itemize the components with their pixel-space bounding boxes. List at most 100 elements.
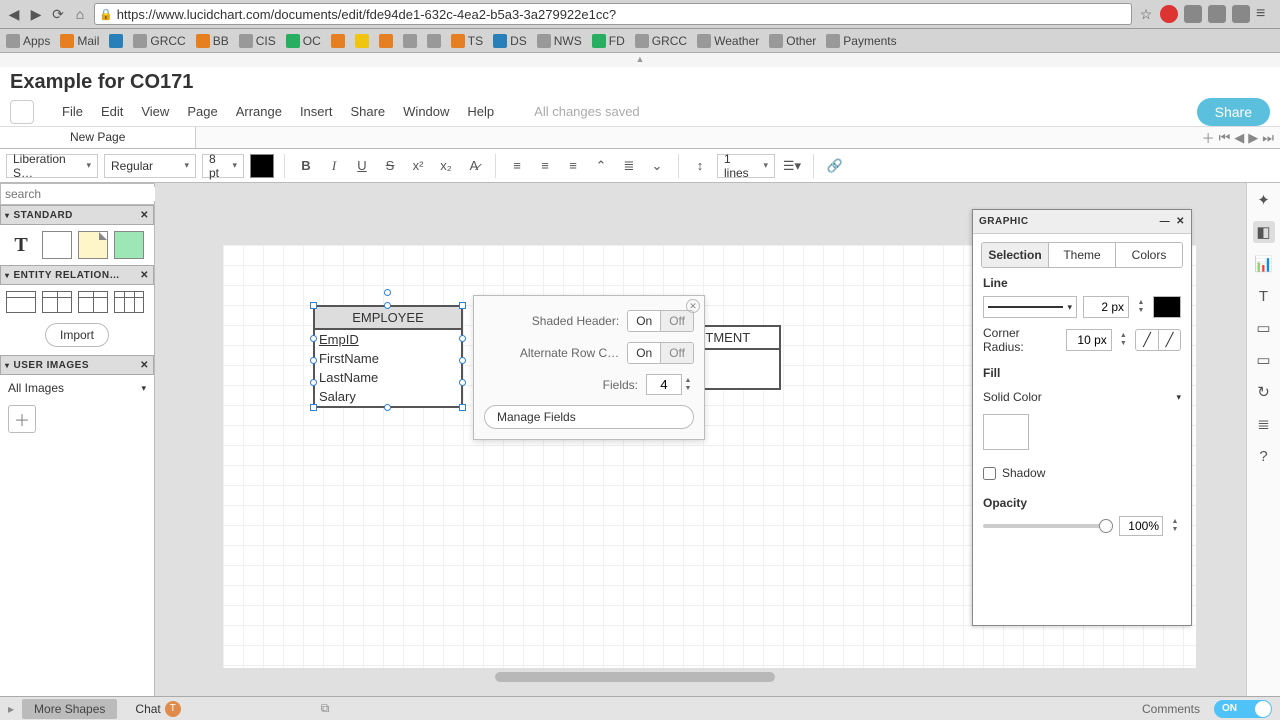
rect-shape[interactable] — [42, 231, 72, 259]
all-images-select[interactable]: All Images▾ — [0, 375, 154, 401]
expand-handle[interactable] — [0, 53, 1280, 67]
comments-toggle[interactable]: ON — [1214, 700, 1272, 718]
forward-icon[interactable]: ▶ — [28, 6, 44, 22]
valign-bot-button[interactable]: ⌄ — [646, 155, 668, 177]
comments-label[interactable]: Comments — [1142, 702, 1200, 716]
star-icon[interactable]: ☆ — [1138, 6, 1154, 22]
fill-color-swatch[interactable] — [983, 414, 1029, 450]
align-left-button[interactable]: ≡ — [506, 155, 528, 177]
last-page-icon[interactable]: ⏭ — [1262, 130, 1274, 146]
layers-icon[interactable]: ≣ — [1253, 413, 1275, 435]
close-icon[interactable]: ✕ — [1176, 216, 1185, 227]
tab-theme[interactable]: Theme — [1048, 243, 1115, 267]
menu-arrange[interactable]: Arrange — [236, 104, 282, 119]
expand-footer-icon[interactable]: ▸ — [8, 702, 14, 716]
minimize-icon[interactable]: — — [1160, 216, 1171, 227]
page-tab[interactable]: New Page — [0, 127, 196, 148]
bookmark[interactable]: NWS — [537, 34, 582, 48]
bookmark[interactable]: CIS — [239, 34, 276, 48]
menu-help[interactable]: Help — [467, 104, 494, 119]
bookmark[interactable] — [331, 34, 345, 48]
line-style-select[interactable]: ▾ — [983, 296, 1077, 318]
superscript-button[interactable]: x² — [407, 155, 429, 177]
er-shape-4[interactable] — [114, 291, 144, 313]
line-spacing-button[interactable]: ↕ — [689, 155, 711, 177]
import-button[interactable]: Import — [45, 323, 109, 347]
bookmark[interactable]: Apps — [6, 34, 50, 48]
bookmark[interactable] — [109, 34, 123, 48]
corner-style-toggle[interactable]: ╱╱ — [1135, 329, 1181, 351]
menu-view[interactable]: View — [141, 104, 169, 119]
bookmark[interactable] — [379, 34, 393, 48]
fields-count-input[interactable] — [646, 374, 682, 395]
category-userimg[interactable]: ▾USER IMAGES✕ — [0, 355, 154, 375]
nav-icon[interactable]: ✦ — [1253, 189, 1275, 211]
opacity-stepper[interactable]: ▲▼ — [1169, 518, 1181, 534]
page-icon[interactable]: ▭ — [1253, 317, 1275, 339]
entity-field[interactable]: FirstName — [315, 349, 461, 368]
text-shape[interactable]: T — [6, 231, 36, 259]
master-icon[interactable]: ▭ — [1253, 349, 1275, 371]
menu-insert[interactable]: Insert — [300, 104, 333, 119]
line-width-stepper[interactable]: ▲▼ — [1135, 299, 1147, 315]
line-color-swatch[interactable] — [1153, 296, 1181, 318]
bookmark[interactable]: Payments — [826, 34, 896, 48]
next-page-icon[interactable]: ▶ — [1248, 130, 1258, 146]
list-button[interactable]: ☰▾ — [781, 155, 803, 177]
close-icon[interactable]: ✕ — [686, 299, 700, 313]
bookmark[interactable]: Other — [769, 34, 816, 48]
opacity-input[interactable] — [1119, 516, 1163, 536]
menu-file[interactable]: File — [62, 104, 83, 119]
ext-icon[interactable] — [1184, 5, 1202, 23]
align-right-button[interactable]: ≡ — [562, 155, 584, 177]
ext-icon[interactable] — [1208, 5, 1226, 23]
text-icon[interactable]: T — [1253, 285, 1275, 307]
share-button[interactable]: Share — [1197, 98, 1270, 126]
bookmark[interactable]: TS — [451, 34, 483, 48]
font-size-select[interactable]: 8 pt▾ — [202, 154, 244, 178]
note-shape[interactable] — [78, 231, 108, 259]
font-style-select[interactable]: Regular▾ — [104, 154, 196, 178]
url-bar[interactable]: 🔒 https://www.lucidchart.com/documents/e… — [94, 3, 1132, 25]
bookmark[interactable]: Weather — [697, 34, 759, 48]
strike-button[interactable]: S — [379, 155, 401, 177]
search-input[interactable] — [5, 187, 160, 201]
italic-button[interactable]: I — [323, 155, 345, 177]
er-shape-2[interactable] — [42, 291, 72, 313]
text-color-swatch[interactable] — [250, 154, 274, 178]
corner-stepper[interactable]: ▲▼ — [1118, 332, 1129, 348]
bookmark[interactable]: GRCC — [133, 34, 185, 48]
underline-button[interactable]: U — [351, 155, 373, 177]
valign-top-button[interactable]: ⌃ — [590, 155, 612, 177]
block-shape[interactable] — [114, 231, 144, 259]
graphic-icon[interactable]: ◧ — [1253, 221, 1275, 243]
opacity-slider[interactable] — [983, 524, 1113, 528]
category-er[interactable]: ▾ENTITY RELATION…✕ — [0, 265, 154, 285]
ext-icon[interactable] — [1232, 5, 1250, 23]
add-page-icon[interactable]: ＋ — [1202, 128, 1215, 147]
valign-mid-button[interactable]: ≣ — [618, 155, 640, 177]
bookmark[interactable]: GRCC — [635, 34, 687, 48]
entity-employee[interactable]: EMPLOYEE EmpID FirstName LastName Salary — [313, 305, 463, 408]
entity-field[interactable]: LastName — [315, 368, 461, 387]
prev-page-icon[interactable]: ◀ — [1234, 130, 1244, 146]
metrics-icon[interactable]: 📊 — [1253, 253, 1275, 275]
bookmark[interactable] — [403, 34, 417, 48]
tab-colors[interactable]: Colors — [1115, 243, 1182, 267]
doc-title[interactable]: Example for CO171 — [10, 71, 1270, 94]
bookmark[interactable]: FD — [592, 34, 625, 48]
shaded-toggle[interactable]: OnOff — [627, 310, 694, 332]
lines-select[interactable]: 1 lines▾ — [717, 154, 775, 178]
first-page-icon[interactable]: ⏮ — [1219, 130, 1231, 146]
bold-button[interactable]: B — [295, 155, 317, 177]
er-shape-1[interactable] — [6, 291, 36, 313]
home-icon[interactable]: ⌂ — [72, 6, 88, 22]
link-button[interactable]: 🔗 — [824, 155, 846, 177]
avatar[interactable]: T — [165, 701, 181, 717]
shadow-checkbox[interactable]: Shadow — [983, 466, 1181, 480]
bookmark[interactable]: BB — [196, 34, 229, 48]
category-standard[interactable]: ▾STANDARD✕ — [0, 205, 154, 225]
fields-stepper[interactable]: ▲▼ — [682, 377, 694, 393]
corner-radius-input[interactable] — [1066, 329, 1112, 351]
bookmark[interactable] — [427, 34, 441, 48]
